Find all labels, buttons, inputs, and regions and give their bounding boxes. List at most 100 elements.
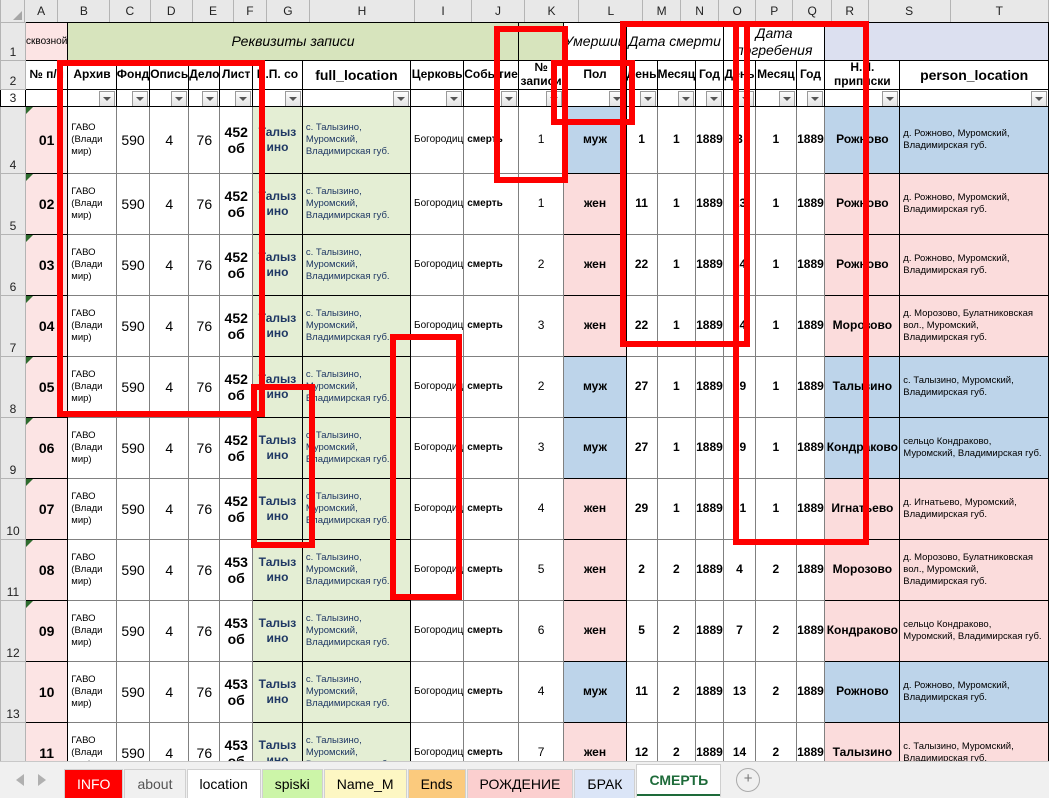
cell-person-location[interactable]: д. Рожново, Муромский, Владимирская губ. [899,233,1049,296]
cell-opis[interactable]: 4 [149,416,190,479]
cell-sobytie[interactable]: смерть [463,355,519,418]
chevron-down-icon[interactable] [202,90,219,106]
table-row[interactable]: 11 08 ГАВО (Влади мир) 590 4 76 453 об Талыз ин… [0,538,1049,601]
cell-fond[interactable]: 590 [115,355,151,418]
chevron-down-icon[interactable] [446,90,463,106]
cell-opis[interactable]: 4 [149,599,190,662]
cell-pol[interactable]: муж [563,105,627,174]
cell-np-pripiski[interactable]: Кондраково [824,599,901,662]
chevron-down-icon[interactable] [778,90,795,106]
cell-opis[interactable]: 4 [149,172,190,235]
sheet-tab-брак[interactable]: БРАК [574,769,636,798]
cell-list[interactable]: 452 об [219,355,254,418]
filter-cell-sobytie[interactable] [463,88,519,107]
cell-np-pripiski[interactable]: Рожново [824,105,901,174]
cell-burial-year[interactable]: 1889 [795,477,826,540]
header-nomer-zapisi[interactable]: № записи [517,60,565,90]
cell-arhiv[interactable]: ГАВО (Влади мир) [67,355,117,418]
cell-opis[interactable]: 4 [149,294,190,357]
cell-np-pripiski[interactable]: Морозово [824,538,901,601]
cell-np-pripiski[interactable]: Морозово [824,294,901,357]
cell-person-location[interactable]: д. Морозово, Булатниковская вол., Муромс… [899,294,1049,357]
cell-sobytie[interactable]: смерть [463,172,519,235]
cell-full-location[interactable]: с. Талызино, Муромский, Владимирская губ… [301,355,412,418]
cell-list[interactable]: 453 об [219,538,254,601]
filter-cell-full-location[interactable] [301,88,412,107]
sheet-tab-смерть[interactable]: СМЕРТЬ [636,764,722,798]
cell-death-month[interactable]: 2 [656,660,697,723]
header-death-day[interactable]: День [625,60,658,90]
cell-delo[interactable]: 76 [188,294,221,357]
cell-np-so[interactable]: Талыз ино [252,294,303,357]
col-header-C[interactable]: C [109,0,151,23]
cell-np-so[interactable]: Талыз ино [252,477,303,540]
cell-K1[interactable] [517,22,565,61]
row-header-2[interactable]: 2 [0,60,26,90]
cell-full-location[interactable]: с. Талызино, Муромский, Владимирская губ… [301,233,412,296]
cell-burial-day[interactable]: 31 [722,477,757,540]
chevron-down-icon[interactable] [284,90,301,106]
cell-death-day[interactable]: 2 [625,538,658,601]
cell-np-so[interactable]: Талыз ино [252,355,303,418]
table-row[interactable]: 7 04 ГАВО (Влади мир) 590 4 76 452 об Талыз ино… [0,294,1049,357]
cell-fond[interactable]: 590 [115,477,151,540]
cell-np-so[interactable]: Талыз ино [252,105,303,174]
cell-fond[interactable]: 590 [115,294,151,357]
cell-death-day[interactable]: 22 [625,233,658,296]
header-death-year[interactable]: Год [695,60,724,90]
cell-death-year[interactable]: 1889 [695,294,724,357]
col-header-N[interactable]: N [679,0,720,23]
cell-burial-month[interactable]: 1 [755,294,797,357]
cell-delo[interactable]: 76 [188,105,221,174]
col-header-L[interactable]: L [578,0,644,23]
cell-person-location[interactable]: д. Игнатьево, Муромский, Владимирская гу… [899,477,1049,540]
row-header-9[interactable]: 9 [0,416,26,479]
cell-pol[interactable]: муж [563,355,627,418]
cell-death-month[interactable]: 1 [656,172,697,235]
cell-death-month[interactable]: 1 [656,105,697,174]
col-header-O[interactable]: O [718,0,756,23]
header-burial-day[interactable]: День [722,60,757,90]
worksheet-grid[interactable]: 1 сквозной Реквизиты записи Умерший Дата… [0,22,1049,784]
cell-death-day[interactable]: 27 [625,355,658,418]
cell-np[interactable]: 01 [24,105,69,174]
cell-arhiv[interactable]: ГАВО (Влади мир) [67,599,117,662]
cell-list[interactable]: 453 об [219,660,254,723]
cell-burial-day[interactable]: 29 [722,416,757,479]
filter-cell-list[interactable] [219,88,254,107]
cell-nomer-zapisi[interactable]: 6 [517,599,565,662]
cell-burial-day[interactable]: 29 [722,355,757,418]
chevron-down-icon[interactable] [807,90,824,106]
col-header-M[interactable]: M [642,0,681,23]
row-header-11[interactable]: 11 [0,538,26,601]
cell-burial-month[interactable]: 1 [755,477,797,540]
cell-cerkov[interactable]: Богородиц [410,172,465,235]
cell-person-location[interactable]: сельцо Кондраково, Муромский, Владимирск… [899,416,1049,479]
cell-np[interactable]: 07 [24,477,69,540]
cell-burial-month[interactable]: 1 [755,172,797,235]
cell-pol[interactable]: муж [563,660,627,723]
col-header-H[interactable]: H [309,0,415,23]
cell-cerkov[interactable]: Богородиц [410,538,465,601]
cell-delo[interactable]: 76 [188,233,221,296]
cell-A1[interactable]: сквозной [24,22,69,61]
table-row[interactable]: 12 09 ГАВО (Влади мир) 590 4 76 453 об Талыз ин… [0,599,1049,662]
cell-np-so[interactable]: Талыз ино [252,172,303,235]
cell-burial-day[interactable]: 7 [722,599,757,662]
row-header-10[interactable]: 10 [0,477,26,540]
cell-np-pripiski[interactable]: Игнатьево [824,477,901,540]
sheet-tab-info[interactable]: INFO [64,769,124,798]
cell-np-pripiski[interactable]: Кондраково [824,416,901,479]
cell-death-year[interactable]: 1889 [695,105,724,174]
cell-burial-day[interactable]: 13 [722,660,757,723]
cell-burial-day[interactable]: 3 [722,105,757,174]
cell-np[interactable]: 08 [24,538,69,601]
filter-cell-death-year[interactable] [695,88,724,107]
cell-group-rekvizity[interactable]: Реквизиты записи [67,22,519,61]
cell-full-location[interactable]: с. Талызино, Муромский, Владимирская губ… [301,477,412,540]
cell-sobytie[interactable]: смерть [463,294,519,357]
cell-sobytie[interactable]: смерть [463,599,519,662]
select-all-corner[interactable] [0,0,25,23]
table-row[interactable]: 9 06 ГАВО (Влади мир) 590 4 76 452 об Талыз ино… [0,416,1049,479]
table-row[interactable]: 4 01 ГАВО (Влади мир) 590 4 76 452 об Талыз ино… [0,105,1049,174]
